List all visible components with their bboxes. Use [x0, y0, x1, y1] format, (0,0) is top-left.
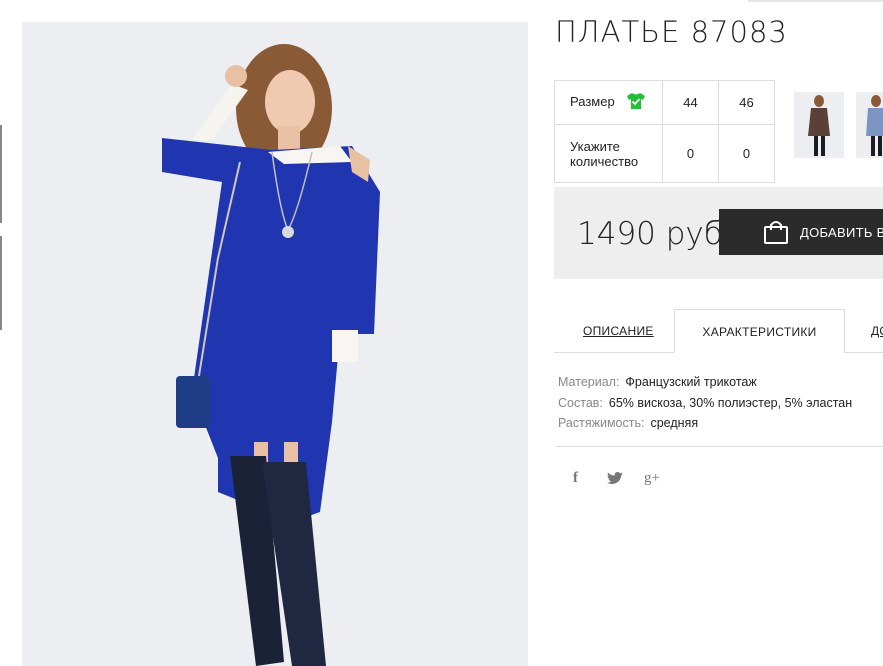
- spec-value: средняя: [650, 416, 699, 430]
- spec-key: Материал:: [558, 375, 620, 389]
- product-price: 1490 руб: [577, 216, 723, 252]
- characteristics-list: Материал: Французский трикотаж Состав: 65%…: [558, 372, 852, 434]
- quantity-label-line1: Укажите: [570, 138, 620, 154]
- spec-row-material: Материал: Французский трикотаж: [558, 372, 852, 393]
- top-divider: [748, 0, 883, 2]
- tab-description[interactable]: ОПИСАНИЕ: [583, 309, 654, 353]
- page-edge-mark: [0, 125, 2, 223]
- quantity-input-44[interactable]: 0: [662, 124, 719, 183]
- model-illustration: [162, 44, 380, 666]
- spec-key: Состав:: [558, 395, 603, 410]
- size-option-44[interactable]: 44: [662, 80, 719, 125]
- add-to-cart-button[interactable]: ДОБАВИТЬ В: [719, 209, 883, 255]
- section-divider: [556, 446, 883, 447]
- twitter-icon[interactable]: [607, 472, 623, 489]
- tshirt-check-icon[interactable]: [626, 92, 646, 113]
- spec-key: Растяжимость:: [558, 416, 645, 430]
- spec-row-stretch: Растяжимость: средняя: [558, 413, 852, 434]
- product-title: ПЛАТЬЕ 87083: [555, 15, 788, 49]
- product-tabs: ОПИСАНИЕ ХАРАКТЕРИСТИКИ ДО: [554, 309, 883, 353]
- tab-delivery[interactable]: ДО: [871, 309, 883, 353]
- spec-row-composition: Состав: 65% вискоза, 30% полиэстер, 5% эл…: [558, 393, 852, 414]
- size-label: Размер: [570, 93, 615, 109]
- shopping-bag-icon: [763, 219, 789, 248]
- add-to-cart-label: ДОБАВИТЬ В: [800, 225, 883, 240]
- size-label-cell: Размер: [554, 80, 663, 125]
- spec-value: Французский трикотаж: [625, 375, 757, 389]
- quantity-input-46[interactable]: 0: [718, 124, 775, 183]
- tab-characteristics[interactable]: ХАРАКТЕРИСТИКИ: [674, 309, 845, 353]
- facebook-icon[interactable]: f: [573, 470, 578, 487]
- product-thumbnail-blue[interactable]: [856, 92, 883, 158]
- page-edge-mark: [0, 236, 2, 330]
- product-thumbnail-brown[interactable]: [794, 92, 844, 158]
- size-quantity-table: Размер 44 46 Укажите количество 0 0: [554, 80, 775, 183]
- product-main-image[interactable]: [22, 22, 528, 666]
- quantity-label-line2: количество: [570, 153, 639, 169]
- size-option-46[interactable]: 46: [718, 80, 775, 125]
- quantity-label-cell: Укажите количество: [554, 124, 663, 183]
- price-panel: 1490 руб ДОБАВИТЬ В: [554, 187, 883, 279]
- spec-value: 65% вискоза, 30% полиэстер, 5% эластан: [608, 395, 853, 410]
- google-plus-icon[interactable]: g+: [644, 470, 660, 487]
